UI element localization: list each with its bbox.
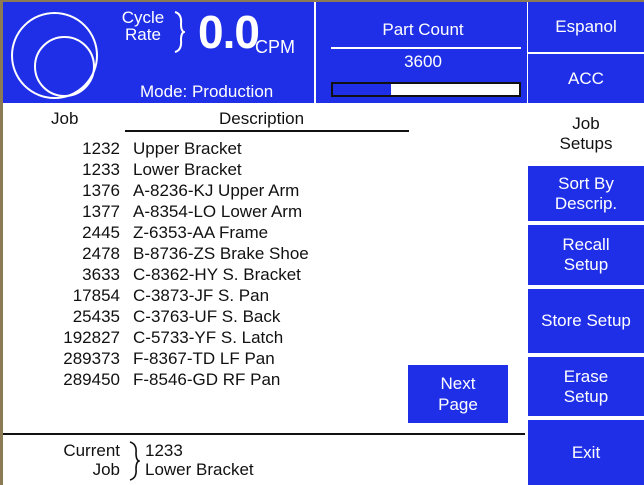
job-description: B-8736-ZS Brake Shoe [133,244,309,263]
table-row[interactable]: 1377 A-8354-LO Lower Arm [0,201,420,222]
header-divider [314,2,316,105]
job-description: A-8236-KJ Upper Arm [133,181,300,200]
erase-button-line2: Setup [563,386,609,406]
mode-status: Mode: Production [140,82,274,101]
job-description: A-8354-LO Lower Arm [133,202,303,221]
cycle-rate-unit: CPM [255,37,295,57]
recall-button-line2: Setup [563,255,609,274]
erase-setup-button[interactable]: Erase Setup [528,357,644,416]
job-description: Z-6353-AA Frame [133,223,269,242]
next-page-button[interactable]: Next Page [408,365,508,423]
table-row[interactable]: 1233 Lower Bracket [0,159,420,180]
store-button-label: Store Setup [541,311,631,330]
table-row[interactable]: 1232 Upper Bracket [0,138,420,159]
sort-by-description-button[interactable]: Sort By Descrip. [528,166,644,221]
acc-button-label: ACC [568,68,604,88]
current-job-description: Lower Bracket [145,460,254,479]
status-header: Cycle Rate 0.0 CPM Mode: Production Part… [3,2,527,105]
current-job-brace [129,441,140,481]
current-job-value: 1233 Lower Bracket [145,441,254,479]
table-row[interactable]: 2445 Z-6353-AA Frame [0,222,420,243]
erase-button-line1: Erase [563,366,609,386]
job-number: 1232 [82,139,120,158]
job-number: 192827 [63,328,120,347]
job-number: 289373 [63,349,120,368]
cycle-rate-brace [174,11,185,53]
sort-button-line2: Descrip. [554,193,618,213]
job-description: C-3763-UF S. Back [133,307,281,326]
job-description: Lower Bracket [133,160,242,179]
cycle-label-line1: Cycle [121,8,165,27]
next-page-line2: Page [438,395,478,414]
job-description: C-8362-HY S. Bracket [133,265,301,284]
part-count-title: Part Count [382,20,464,39]
job-description: F-8367-TD LF Pan [133,349,275,368]
current-job-label: Current Job [20,441,120,479]
store-setup-button[interactable]: Store Setup [528,289,644,353]
table-header-underline [125,130,409,132]
exit-button-label: Exit [571,442,601,462]
sort-button-line1: Sort By [558,173,614,193]
current-job-divider [3,433,525,435]
table-row[interactable]: 289373 F-8367-TD LF Pan [0,348,420,369]
cycle-rate-label: Cycle Rate [117,9,169,57]
espanol-button[interactable]: Espanol [528,2,644,52]
job-description: F-8546-GD RF Pan [133,370,281,389]
table-row[interactable]: 289450 F-8546-GD RF Pan [0,369,420,390]
current-job-number: 1233 [145,441,183,460]
acc-button[interactable]: ACC [528,54,644,103]
job-number: 289450 [63,370,120,389]
job-description: Upper Bracket [133,139,242,158]
job-number: 17854 [72,286,120,305]
table-row[interactable]: 25435 C-3763-UF S. Back [0,306,420,327]
column-header-job: Job [51,109,79,128]
table-row[interactable]: 1376 A-8236-KJ Upper Arm [0,180,420,201]
cycle-dial-icon [11,12,98,99]
table-row[interactable]: 17854 C-3873-JF S. Pan [0,285,420,306]
job-number: 1233 [82,160,120,179]
job-description: C-5733-YF S. Latch [133,328,284,347]
recall-setup-button[interactable]: Recall Setup [528,225,644,285]
cycle-dial-inner-ring [34,36,95,97]
job-setups-label-line1: Job [572,114,600,133]
job-number: 1377 [82,202,120,221]
current-label-line1: Current [63,441,120,460]
part-count-underline [331,47,521,49]
job-number: 3633 [82,265,120,284]
job-number: 2478 [82,244,120,263]
job-number: 25435 [72,307,120,326]
part-count-progress-bar [331,82,521,97]
job-description: C-3873-JF S. Pan [133,286,270,305]
job-number: 1376 [82,181,120,200]
table-row[interactable]: 192827 C-5733-YF S. Latch [0,327,420,348]
cycle-rate-value: 0.0 [198,6,260,58]
next-page-line1: Next [440,374,476,393]
part-count-value: 3600 [404,52,442,71]
column-header-description: Description [219,109,305,128]
espanol-button-label: Espanol [555,17,617,36]
current-label-line2: Job [92,460,120,479]
job-setups-label-line2: Setups [559,134,613,153]
rate-label-line2: Rate [125,25,161,44]
job-setups-label: Job Setups [528,108,644,160]
job-number: 2445 [82,223,120,242]
table-row[interactable]: 3633 C-8362-HY S. Bracket [0,264,420,285]
recall-button-line1: Recall [562,235,610,254]
part-count-progress-fill [333,84,391,95]
table-row[interactable]: 2478 B-8736-ZS Brake Shoe [0,243,420,264]
exit-button[interactable]: Exit [528,420,644,485]
